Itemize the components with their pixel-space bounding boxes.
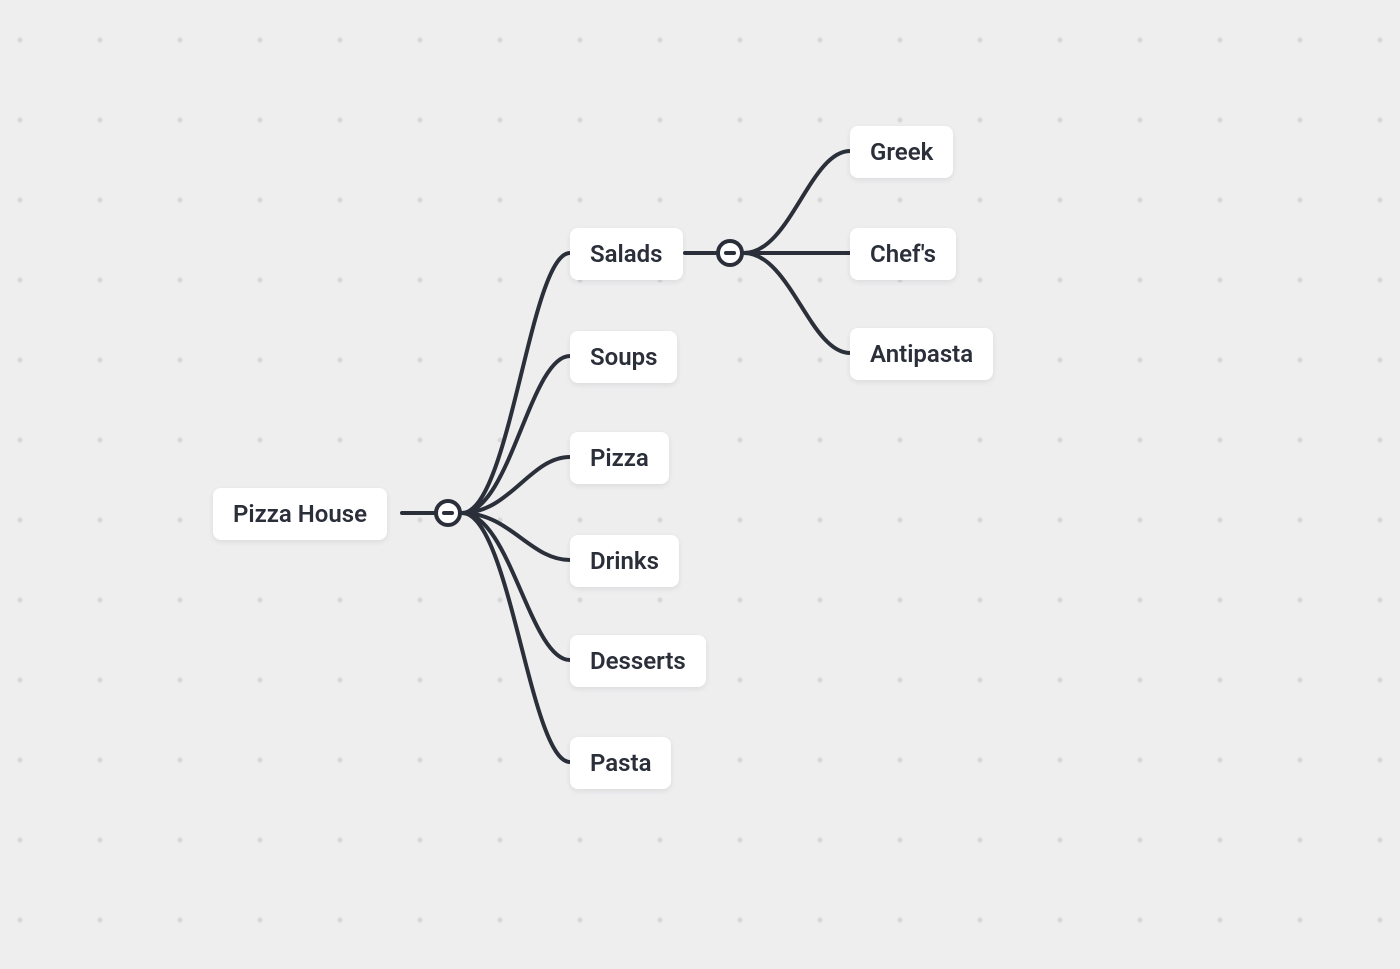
node-antipasta[interactable]: Antipasta [850,328,993,380]
node-drinks[interactable]: Drinks [570,535,679,587]
connector-lines [0,0,1400,969]
node-label: Pizza House [233,500,367,528]
mindmap-canvas[interactable]: Pizza House Salads Soups Pizza Drinks De… [0,0,1400,969]
node-desserts[interactable]: Desserts [570,635,706,687]
node-label: Pasta [590,749,651,777]
node-label: Soups [590,343,657,371]
node-label: Chef's [870,240,936,268]
node-label: Salads [590,240,663,268]
node-salads[interactable]: Salads [570,228,683,280]
node-soups[interactable]: Soups [570,331,677,383]
node-label: Antipasta [870,340,973,368]
node-root[interactable]: Pizza House [213,488,387,540]
node-pizza[interactable]: Pizza [570,432,669,484]
node-label: Greek [870,138,933,166]
node-pasta[interactable]: Pasta [570,737,671,789]
collapse-toggle-salads[interactable] [716,239,744,267]
collapse-toggle-root[interactable] [434,499,462,527]
node-greek[interactable]: Greek [850,126,953,178]
node-label: Desserts [590,647,686,675]
node-label: Pizza [590,444,649,472]
node-chefs[interactable]: Chef's [850,228,956,280]
node-label: Drinks [590,547,659,575]
